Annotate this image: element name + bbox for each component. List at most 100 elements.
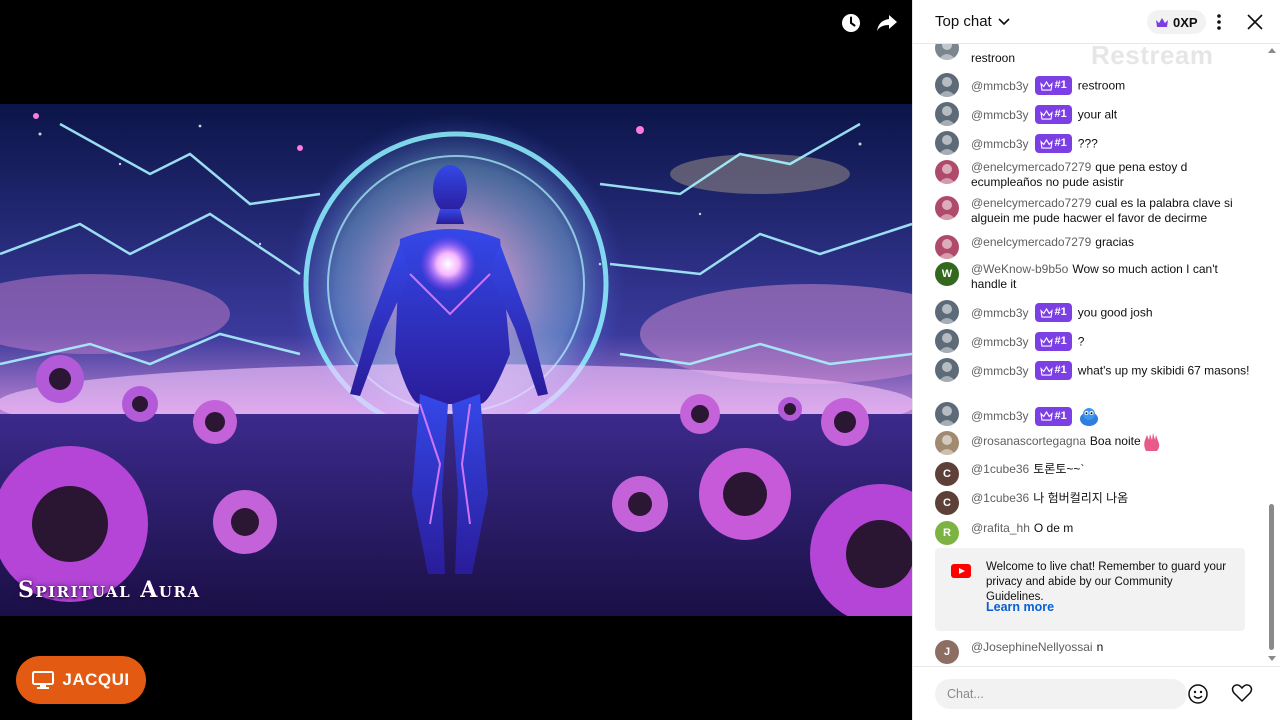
welcome-text: Welcome to live chat! Remember to guard … bbox=[986, 561, 1227, 603]
message-text: what's up my skibidi 67 masons! bbox=[1077, 363, 1250, 378]
avatar[interactable] bbox=[935, 102, 959, 126]
monitor-icon bbox=[32, 671, 55, 689]
streamer-badge-label: JACQUI bbox=[62, 670, 130, 689]
message-author[interactable]: @WeKnow-b9b5o bbox=[971, 262, 1068, 276]
chat-message: @mmcb3y #1 you good josh bbox=[935, 300, 1255, 324]
share-icon[interactable] bbox=[876, 12, 898, 34]
chat-message: W @WeKnow-b9b5o Wow so much action I can't… bbox=[935, 262, 1255, 292]
message-content: @mmcb3y #1 what's up my skibidi 67 masons! bbox=[971, 358, 1255, 381]
avatar[interactable] bbox=[935, 44, 959, 60]
message-author[interactable]: @mmcb3y bbox=[971, 108, 1029, 122]
avatar[interactable]: J bbox=[935, 640, 959, 664]
more-options-icon[interactable] bbox=[1207, 10, 1231, 34]
avatar[interactable] bbox=[935, 235, 959, 259]
chat-message: @enelcymercado7279 cual es la palabra cla… bbox=[935, 196, 1255, 226]
scroll-thumb[interactable] bbox=[1269, 504, 1274, 650]
rank-badge-label: #1 bbox=[1054, 137, 1067, 149]
avatar[interactable] bbox=[935, 160, 959, 184]
learn-more-link[interactable]: Learn more bbox=[986, 600, 1054, 614]
chat-mode-label: Top chat bbox=[935, 13, 992, 30]
message-author[interactable]: @rosanascortegagna bbox=[971, 434, 1086, 448]
chat-message: @mmcb3y #1 restroom bbox=[935, 73, 1255, 97]
avatar[interactable] bbox=[935, 131, 959, 155]
chat-message: C @1cube36 토론토~~` bbox=[935, 462, 1255, 486]
avatar[interactable]: C bbox=[935, 491, 959, 515]
avatar[interactable]: C bbox=[935, 462, 959, 486]
rank-badge-label: #1 bbox=[1054, 108, 1067, 120]
avatar[interactable] bbox=[935, 402, 959, 426]
message-text: 나 험버컬리지 나옴 bbox=[1033, 491, 1129, 505]
close-icon[interactable] bbox=[1243, 10, 1267, 34]
rank-badge-label: #1 bbox=[1054, 79, 1067, 91]
crown-icon bbox=[1039, 411, 1053, 421]
message-author[interactable]: @1cube36 bbox=[971, 491, 1029, 505]
watch-later-icon[interactable] bbox=[840, 12, 862, 34]
message-content: @mmcb3y #1??? bbox=[971, 131, 1255, 154]
message-text: O de m bbox=[1033, 521, 1074, 535]
waving-hand-emoji bbox=[1143, 433, 1159, 451]
chat-mode-dropdown[interactable]: Top chat bbox=[935, 13, 1010, 30]
message-content: @JosephineNellyossai n bbox=[971, 640, 1255, 655]
chat-messages-list: restroon @mmcb3y #1 restroom @mmcb3y #1 your a… bbox=[913, 44, 1280, 666]
message-author[interactable]: @mmcb3y bbox=[971, 364, 1029, 378]
chat-message: restroon bbox=[935, 44, 1255, 66]
message-text: gracias bbox=[1095, 235, 1134, 249]
message-content: @WeKnow-b9b5o Wow so much action I can't … bbox=[971, 262, 1255, 292]
message-text: ? bbox=[1077, 334, 1085, 349]
message-text: restroom bbox=[1077, 78, 1126, 93]
avatar[interactable] bbox=[935, 300, 959, 324]
video-title-overlay: Spiritual Aura bbox=[18, 577, 201, 603]
crown-icon bbox=[1039, 80, 1053, 91]
avatar[interactable] bbox=[935, 196, 959, 220]
message-author[interactable]: @JosephineNellyossai bbox=[971, 640, 1093, 654]
message-content: restroon bbox=[971, 44, 1255, 66]
rank-badge: #1 bbox=[1034, 406, 1072, 426]
rank-badge-label: #1 bbox=[1054, 409, 1067, 422]
message-content: @enelcymercado7279 gracias bbox=[971, 235, 1255, 250]
message-content: @mmcb3y #1 your alt bbox=[971, 102, 1255, 125]
app-root: Spiritual Aura JACQUI Top chat 0XP Restr… bbox=[0, 0, 1280, 720]
chat-message: @rosanascortegagna Boa noite bbox=[935, 431, 1255, 455]
message-author[interactable]: @mmcb3y bbox=[971, 79, 1029, 93]
crown-icon bbox=[1039, 138, 1053, 149]
avatar[interactable] bbox=[935, 431, 959, 455]
message-content: @mmcb3y #1? bbox=[971, 329, 1255, 352]
scroll-down-arrow[interactable] bbox=[1268, 656, 1276, 661]
emoji-picker-icon[interactable] bbox=[1187, 683, 1209, 705]
crown-icon bbox=[1039, 365, 1053, 376]
message-author[interactable]: @mmcb3y bbox=[971, 137, 1029, 151]
rank-badge: #1 bbox=[1034, 361, 1072, 380]
message-content: @1cube36 나 험버컬리지 나옴 bbox=[971, 491, 1255, 506]
chat-input[interactable] bbox=[935, 679, 1187, 709]
chat-message: @enelcymercado7279 gracias bbox=[935, 235, 1255, 259]
message-author[interactable]: @mmcb3y bbox=[971, 335, 1029, 349]
video-artwork bbox=[0, 104, 912, 616]
message-text: you good josh bbox=[1077, 305, 1153, 320]
chat-header: Top chat 0XP bbox=[913, 0, 1280, 44]
message-author[interactable]: @enelcymercado7279 bbox=[971, 160, 1091, 174]
video-player[interactable]: Spiritual Aura JACQUI bbox=[0, 0, 912, 720]
welcome-notice: Welcome to live chat! Remember to guard … bbox=[935, 548, 1245, 631]
chat-scrollbar[interactable] bbox=[1267, 44, 1277, 666]
xp-badge[interactable]: 0XP bbox=[1147, 10, 1206, 34]
avatar[interactable]: W bbox=[935, 262, 959, 286]
avatar[interactable]: R bbox=[935, 521, 959, 545]
message-author[interactable]: @mmcb3y bbox=[971, 409, 1029, 423]
message-content: @rafita_hh O de m bbox=[971, 521, 1255, 536]
avatar[interactable] bbox=[935, 329, 959, 353]
message-author[interactable]: @rafita_hh bbox=[971, 521, 1030, 535]
chat-message: @mmcb3y #1 bbox=[935, 402, 1255, 428]
avatar[interactable] bbox=[935, 358, 959, 382]
rank-badge: #1 bbox=[1034, 134, 1072, 153]
rank-badge: #1 bbox=[1034, 105, 1072, 124]
heart-icon[interactable] bbox=[1231, 683, 1253, 705]
message-author[interactable]: @1cube36 bbox=[971, 462, 1029, 476]
message-author[interactable]: @mmcb3y bbox=[971, 306, 1029, 320]
youtube-icon bbox=[951, 564, 971, 578]
chat-message: @mmcb3y #1? bbox=[935, 329, 1255, 353]
message-author[interactable]: @enelcymercado7279 bbox=[971, 235, 1091, 249]
avatar[interactable] bbox=[935, 73, 959, 97]
scroll-up-arrow[interactable] bbox=[1268, 48, 1276, 53]
streamer-badge-button[interactable]: JACQUI bbox=[16, 656, 146, 704]
message-author[interactable]: @enelcymercado7279 bbox=[971, 196, 1091, 210]
